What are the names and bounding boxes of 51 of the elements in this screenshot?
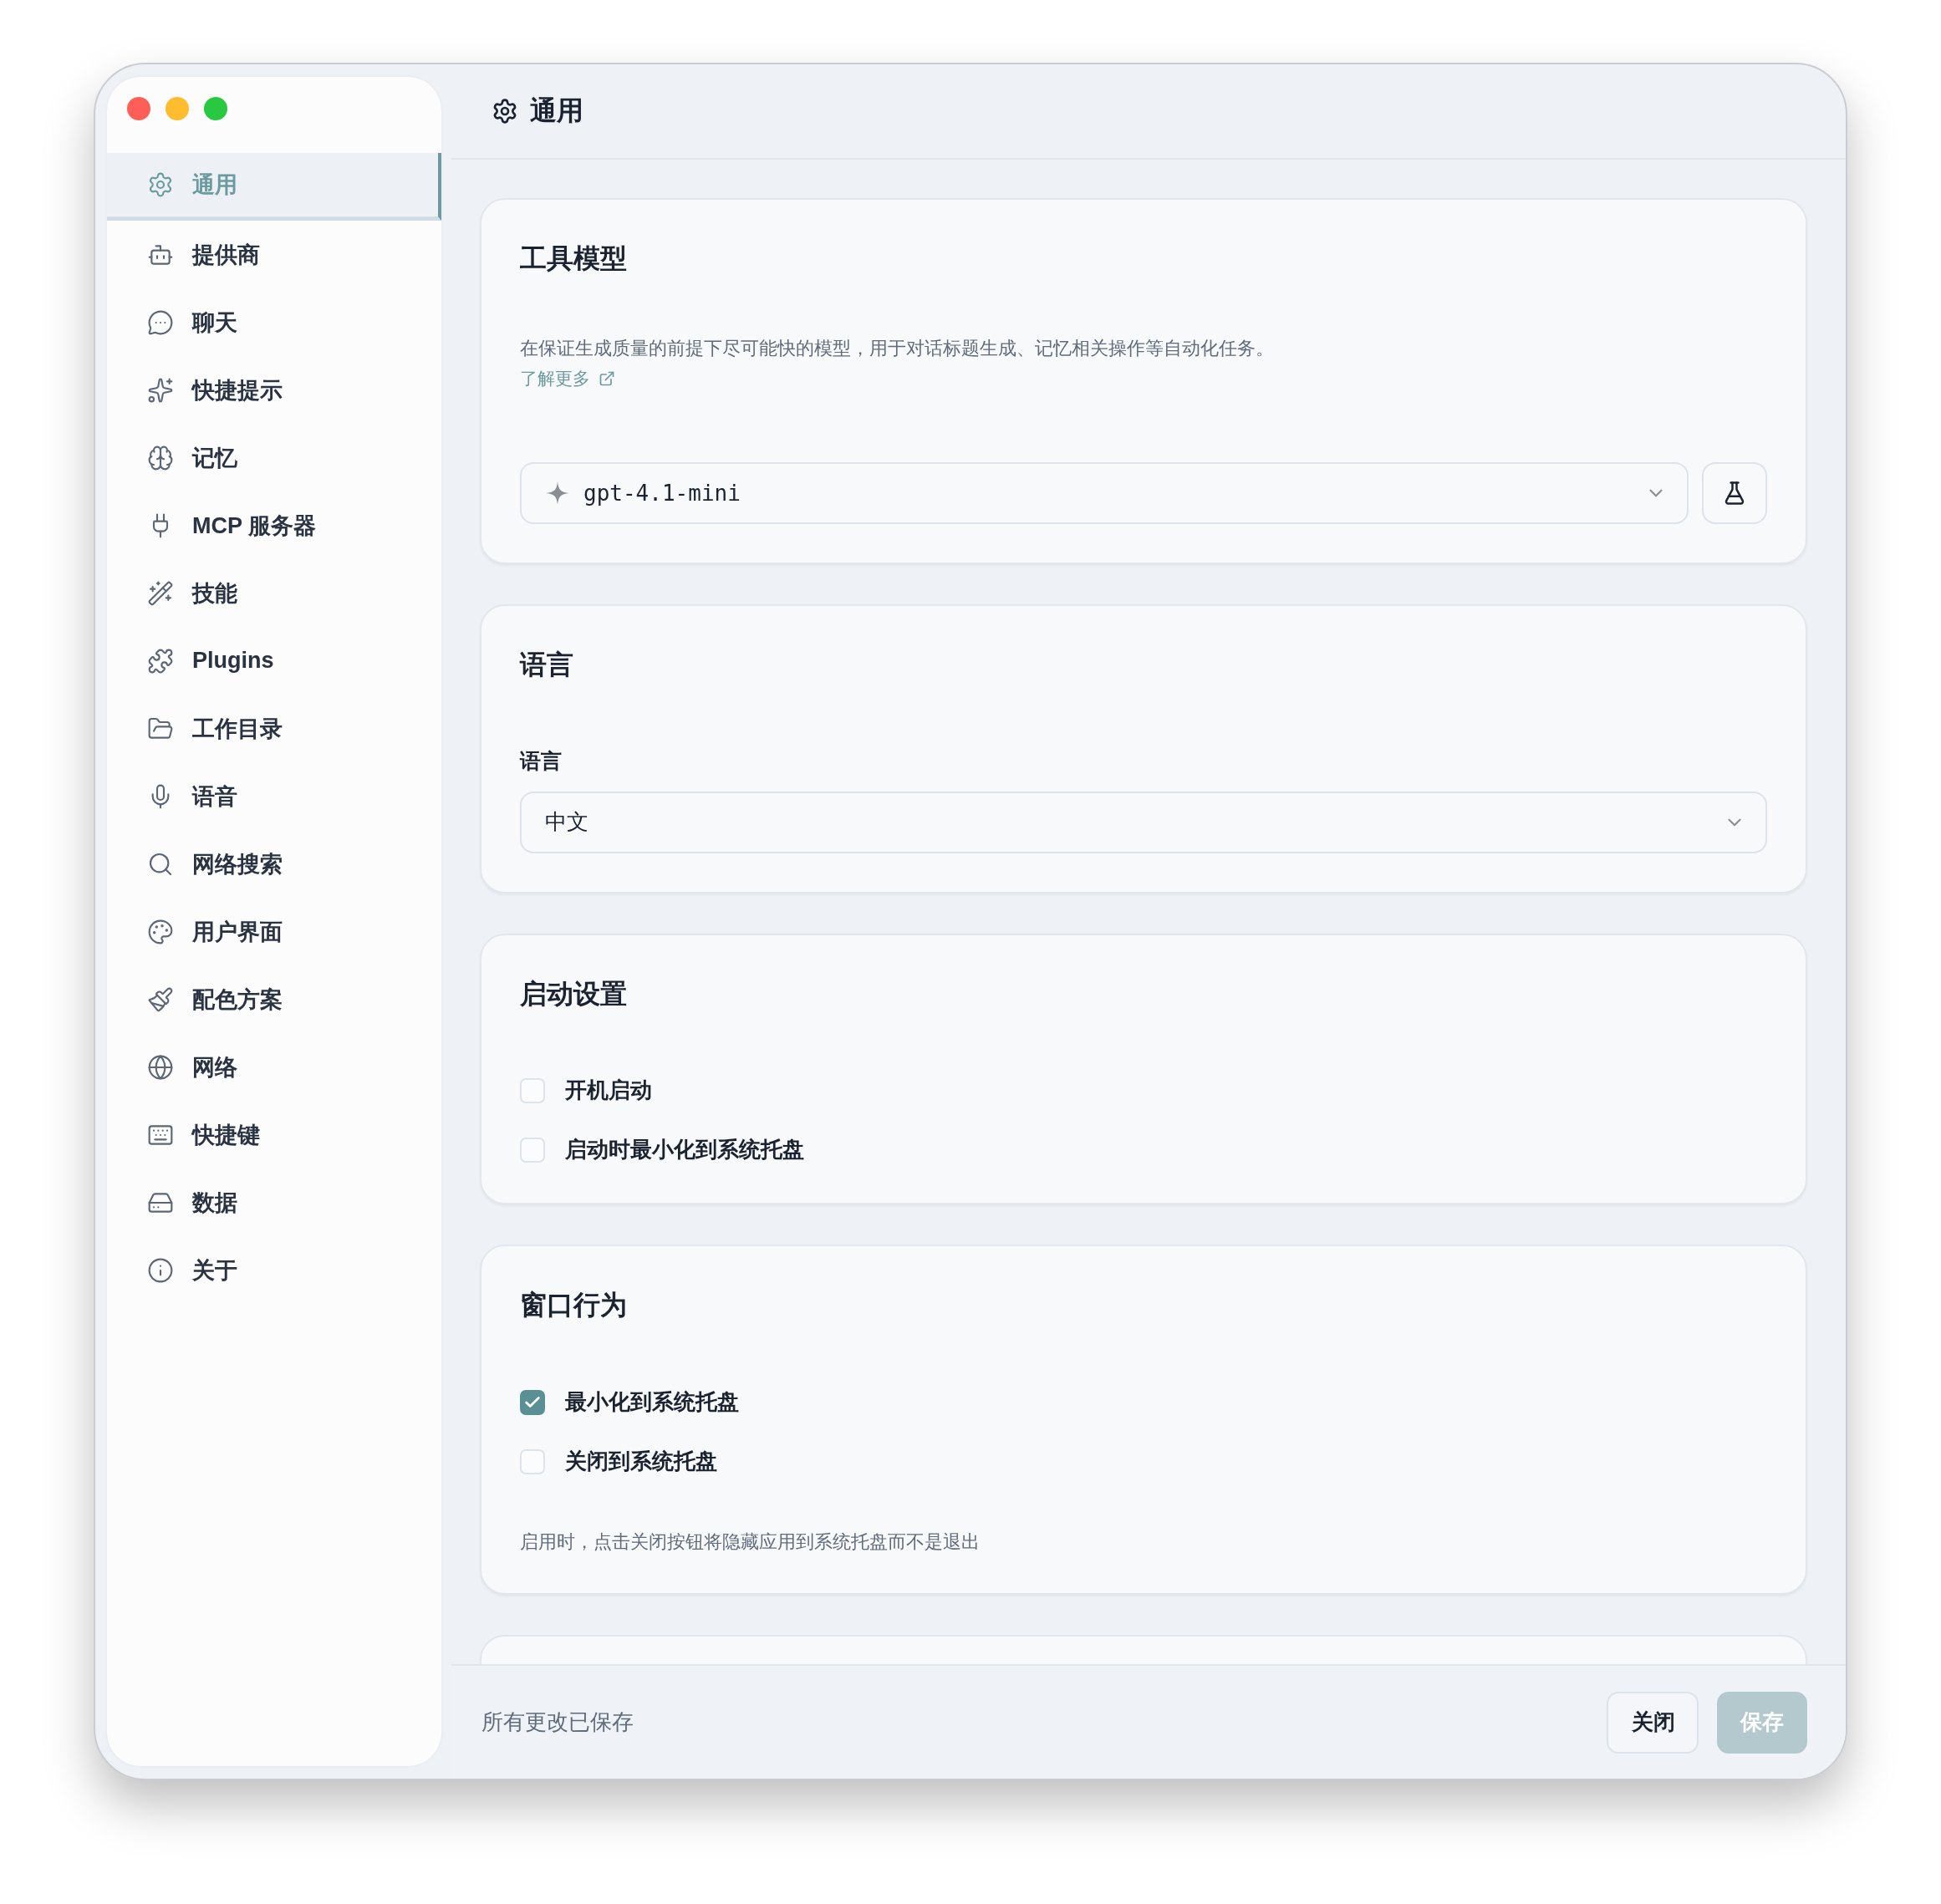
sidebar-item[interactable]: 快捷键	[107, 1101, 441, 1168]
language-value: 中文	[545, 808, 589, 837]
section-description: 在保证生成质量的前提下尽可能快的模型，用于对话标题生成、记忆相关操作等自动化任务。	[520, 336, 1275, 360]
sidebar-item[interactable]: 记忆	[107, 424, 441, 491]
model-select[interactable]: gpt-4.1-mini	[520, 461, 1689, 524]
brain-icon	[147, 444, 174, 471]
sidebar-item[interactable]: 网络	[107, 1033, 441, 1101]
field-label: 语言	[520, 747, 563, 774]
page-title: 通用	[530, 94, 583, 127]
gear-icon	[492, 98, 518, 125]
external-link-icon	[599, 369, 615, 387]
sidebar-item[interactable]: 数据	[107, 1168, 441, 1236]
sidebar-item[interactable]: 技能	[107, 559, 441, 627]
close-window-button[interactable]	[127, 97, 150, 120]
test-model-button[interactable]	[1702, 461, 1767, 524]
section-title: 语言	[520, 648, 574, 681]
checkbox-label: 开机启动	[565, 1077, 652, 1105]
minimize-window-button[interactable]	[166, 97, 189, 120]
checkbox-label: 启动时最小化到系统托盘	[565, 1136, 804, 1164]
close-button[interactable]: 关闭	[1607, 1691, 1699, 1754]
save-status: 所有更改已保存	[481, 1708, 634, 1736]
palette-icon	[147, 918, 174, 945]
sidebar-item[interactable]: 工作目录	[107, 695, 441, 762]
checkbox[interactable]	[520, 1389, 545, 1415]
model-value: gpt-4.1-mini	[583, 480, 741, 506]
section-title: 启动设置	[520, 977, 628, 1011]
sidebar-item[interactable]: 提供商	[107, 221, 441, 288]
help-text: 启用时，点击关闭按钮将隐藏应用到系统托盘而不是退出	[520, 1530, 981, 1555]
language-select[interactable]: 中文	[520, 791, 1767, 853]
sidebar-item[interactable]: 网络搜索	[107, 830, 441, 898]
checkbox-label: 最小化到系统托盘	[565, 1388, 739, 1417]
magic-wand-icon	[147, 579, 174, 607]
sidebar-item[interactable]: 聊天	[107, 288, 441, 356]
section-title: 窗口行为	[520, 1289, 628, 1322]
sidebar-item[interactable]: MCP 服务器	[107, 491, 441, 559]
globe-icon	[147, 1053, 174, 1081]
gear-icon	[147, 171, 174, 198]
sidebar-item[interactable]: 语音	[107, 762, 441, 830]
info-icon	[147, 1256, 174, 1284]
chat-bubble-icon	[147, 308, 174, 336]
paintbrush-icon	[147, 985, 174, 1013]
sidebar-item[interactable]: 用户界面	[107, 898, 441, 965]
sidebar-item[interactable]: 快捷提示	[107, 356, 441, 424]
sidebar-item[interactable]: Plugins	[107, 627, 441, 695]
section-title: 工具模型	[520, 242, 628, 275]
sidebar-item[interactable]: 配色方案	[107, 965, 441, 1033]
puzzle-icon	[147, 647, 174, 675]
sidebar-item[interactable]: 关于	[107, 1236, 441, 1304]
checkbox-label: 关闭到系统托盘	[565, 1448, 717, 1476]
sparkles-icon	[147, 376, 174, 404]
maximize-window-button[interactable]	[204, 97, 227, 120]
